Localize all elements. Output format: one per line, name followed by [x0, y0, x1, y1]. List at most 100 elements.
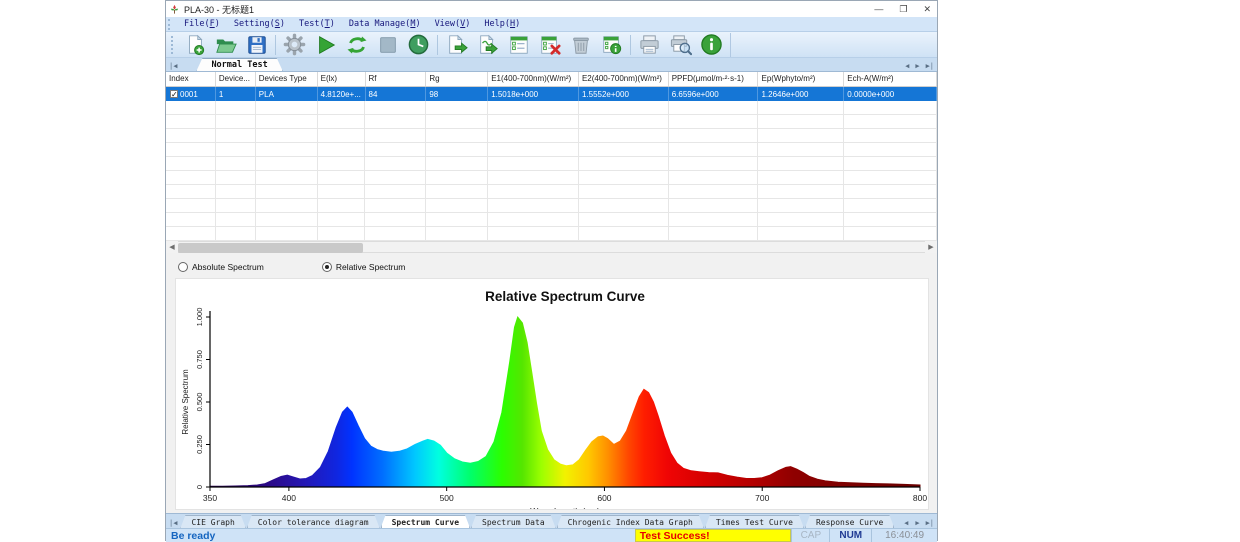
table-cell: 6.6596e+000 [669, 87, 759, 101]
toolbar-grip-icon [171, 36, 176, 54]
toolbar-separator [630, 35, 631, 55]
menu-setting[interactable]: Setting(S) [227, 18, 292, 30]
prev-sheet-icon[interactable]: ◀ [902, 62, 912, 71]
svg-text:1.000: 1.000 [195, 308, 204, 327]
tab-normal-test[interactable]: Normal Test [196, 58, 282, 71]
column-header[interactable]: Rf [366, 72, 427, 86]
row-checkbox[interactable]: ✓ [170, 90, 178, 98]
next-tab-icon[interactable]: ▶ [912, 519, 922, 528]
column-header[interactable]: E(lx) [318, 72, 366, 86]
tab-spectrum-data[interactable]: Spectrum Data [471, 515, 556, 528]
column-header[interactable]: E1(400-700nm)(W/m²) [488, 72, 579, 86]
last-tab-icon[interactable]: ▶| [923, 519, 937, 528]
next-sheet-icon[interactable]: ▶ [912, 62, 922, 71]
column-header[interactable]: Ech-A(W/m²) [844, 72, 937, 86]
svg-text:0.500: 0.500 [195, 393, 204, 412]
start-test-button[interactable] [310, 33, 341, 57]
trash-icon [570, 34, 592, 56]
delete-record-button[interactable] [534, 33, 565, 57]
minimize-button[interactable]: — [874, 4, 883, 14]
save-button[interactable] [241, 33, 272, 57]
column-header[interactable]: Devices Type [256, 72, 318, 86]
svg-text:700: 700 [755, 493, 769, 503]
table-cell: 98 [426, 87, 488, 101]
tab-spectrum-curve[interactable]: Spectrum Curve [381, 515, 470, 528]
tab-color-tolerance-diagram[interactable]: Color tolerance diagram [247, 515, 380, 528]
radio-label: Absolute Spectrum [192, 262, 264, 272]
settings-button[interactable] [279, 33, 310, 57]
export-report-button[interactable] [441, 33, 472, 57]
column-header[interactable]: Device... [216, 72, 256, 86]
menu-data-manage[interactable]: Data Manage(M) [342, 18, 428, 30]
data-list-button[interactable] [503, 33, 534, 57]
svg-text:0.250: 0.250 [195, 435, 204, 454]
column-header[interactable]: Rg [426, 72, 488, 86]
toolbar-separator [275, 35, 276, 55]
menu-view[interactable]: View(V) [428, 18, 478, 30]
gear-icon [283, 33, 306, 56]
info-circle-icon [700, 33, 723, 56]
list-info-icon [601, 34, 623, 56]
column-header[interactable]: Index [166, 72, 216, 86]
column-header[interactable]: PPFD(μmol/m-²·s-1) [669, 72, 759, 86]
svg-text:0: 0 [195, 485, 204, 489]
tab-cie-graph[interactable]: CIE Graph [180, 515, 245, 528]
scroll-right-icon[interactable]: ▶ [925, 241, 937, 253]
first-sheet-icon[interactable]: |◀ [166, 62, 180, 71]
radio-unselected-icon[interactable] [178, 262, 188, 272]
timing-test-button[interactable] [403, 33, 434, 57]
radio-label: Relative Spectrum [336, 262, 405, 272]
menu-file[interactable]: File(F) [177, 18, 227, 30]
tab-chrogenic-index-data-graph[interactable]: Chrogenic Index Data Graph [557, 515, 704, 528]
menu-help[interactable]: Help(H) [477, 18, 527, 30]
record-info-button[interactable] [596, 33, 627, 57]
column-header[interactable]: E2(400-700nm)(W/m²) [579, 72, 669, 86]
menu-test[interactable]: Test(T) [292, 18, 342, 30]
about-button[interactable] [696, 33, 727, 57]
status-message: Be ready [166, 529, 635, 542]
export-curve-icon [477, 34, 499, 56]
stop-test-button[interactable] [372, 33, 403, 57]
open-folder-icon [215, 34, 237, 56]
continuous-test-button[interactable] [341, 33, 372, 57]
printer-icon [638, 33, 661, 56]
radio-selected-icon[interactable] [322, 262, 332, 272]
tab-response-curve[interactable]: Response Curve [805, 515, 894, 528]
svg-text:350: 350 [203, 493, 217, 503]
play-icon [315, 34, 337, 56]
svg-text:600: 600 [597, 493, 611, 503]
restore-button[interactable]: ❐ [899, 4, 907, 14]
svg-text:400: 400 [282, 493, 296, 503]
x-axis-label: Wave Length (nm) [530, 506, 600, 509]
table-row[interactable]: ✓00011PLA4.8120e+...84981.5018e+0001.555… [166, 87, 937, 101]
first-tab-icon[interactable]: |◀ [166, 519, 180, 528]
worksheet-tab-strip: |◀ Normal Test ◀ ▶ ▶| [166, 58, 937, 72]
spectrum-mode-radios: Absolute Spectrum Relative Spectrum [166, 258, 937, 276]
menu-bar: File(F)Setting(S)Test(T)Data Manage(M)Vi… [166, 17, 937, 32]
table-cell: 0.0000e+000 [844, 87, 937, 101]
empty-table-row [166, 185, 937, 199]
column-header[interactable]: Ep(Wphyto/m²) [758, 72, 844, 86]
export-data-button[interactable] [472, 33, 503, 57]
toolbar-grip-icon [168, 19, 173, 30]
radio-absolute-spectrum[interactable]: Absolute Spectrum [178, 262, 264, 272]
bottom-tab-strip: |◀ CIE GraphColor tolerance diagramSpect… [166, 513, 937, 528]
empty-table-row [166, 101, 937, 115]
new-document-button[interactable] [179, 33, 210, 57]
print-button[interactable] [634, 33, 665, 57]
delete-all-button[interactable] [565, 33, 596, 57]
empty-table-row [166, 115, 937, 129]
print-preview-button[interactable] [665, 33, 696, 57]
open-file-button[interactable] [210, 33, 241, 57]
save-floppy-icon [246, 34, 268, 56]
tab-times-test-curve[interactable]: Times Test Curve [705, 515, 804, 528]
table-cell: 1.2646e+000 [758, 87, 844, 101]
close-button[interactable]: ✕ [923, 4, 931, 14]
prev-tab-icon[interactable]: ◀ [901, 519, 912, 528]
last-sheet-icon[interactable]: ▶| [923, 62, 937, 71]
status-bar: Be ready Test Success! CAP NUM 16:40:49 [166, 528, 937, 542]
scroll-left-icon[interactable]: ◀ [166, 241, 178, 253]
horizontal-scrollbar[interactable]: ◀ ▶ [166, 241, 937, 253]
scrollbar-thumb[interactable] [178, 243, 363, 253]
radio-relative-spectrum[interactable]: Relative Spectrum [322, 262, 405, 272]
